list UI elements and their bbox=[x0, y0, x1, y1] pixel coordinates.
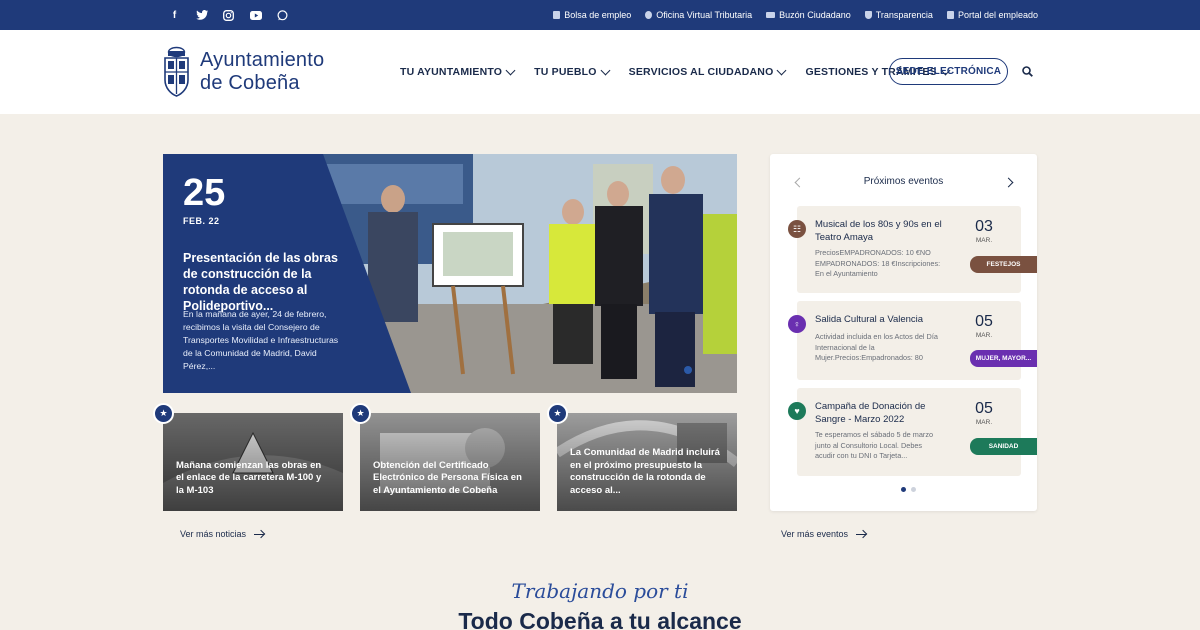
pagination-dot[interactable] bbox=[911, 487, 916, 492]
sede-electronica-button[interactable]: SEDE ELECTRÓNICA bbox=[889, 58, 1008, 85]
more-events-label: Ver más eventos bbox=[781, 529, 849, 539]
mail-icon bbox=[766, 12, 776, 18]
instagram-icon[interactable] bbox=[222, 9, 235, 22]
section-title: Todo Cobeña a tu alcance bbox=[458, 608, 742, 630]
twitter-icon[interactable] bbox=[195, 9, 208, 22]
news-card[interactable]: Obtención del Certificado Electrónico de… bbox=[360, 413, 540, 511]
event-category-badge: MUJER, MAYOR... bbox=[970, 350, 1037, 367]
event-description: Actividad incluida en los Actos del Día … bbox=[815, 332, 938, 362]
event-card[interactable]: ♀ Salida Cultural a Valencia Actividad i… bbox=[788, 301, 1037, 380]
event-day: 03 bbox=[975, 218, 993, 235]
toplink-bolsa-empleo[interactable]: Bolsa de empleo bbox=[553, 10, 631, 20]
site-logo[interactable]: Ayuntamiento de Cobeña bbox=[163, 46, 324, 98]
event-card[interactable]: ♥ Campaña de Donación de Sangre - Marzo … bbox=[788, 388, 1037, 476]
pin-icon: ★ bbox=[153, 403, 174, 424]
news-card[interactable]: La Comunidad de Madrid incluirá en el pr… bbox=[557, 413, 737, 511]
chevron-down-icon bbox=[777, 65, 787, 75]
toplink-transparencia[interactable]: Transparencia bbox=[864, 10, 933, 20]
slider-dot[interactable] bbox=[684, 366, 692, 374]
nav-label: TU AYUNTAMIENTO bbox=[400, 66, 503, 78]
event-date: 05 MAR. bbox=[969, 313, 999, 339]
site-name: Ayuntamiento de Cobeña bbox=[200, 49, 324, 95]
heart-icon: ♥ bbox=[788, 402, 806, 420]
site-name-line1: Ayuntamiento bbox=[200, 49, 325, 71]
news-card[interactable]: Mañana comienzan las obras en el enlace … bbox=[163, 413, 343, 511]
toplink-label: Buzón Ciudadano bbox=[779, 10, 851, 20]
featured-news-excerpt: En la mañana de ayer, 24 de febrero, rec… bbox=[183, 309, 339, 371]
event-category-badge: SANIDAD bbox=[970, 438, 1037, 455]
coat-of-arms-icon bbox=[164, 46, 189, 97]
featured-news-month: FEB. 22 bbox=[183, 216, 220, 226]
more-news-link[interactable]: Ver más noticias bbox=[180, 529, 265, 539]
event-title: Musical de los 80s y 90s en el Teatro Am… bbox=[815, 219, 942, 243]
globe-icon bbox=[645, 11, 653, 19]
female-icon: ♀ bbox=[788, 315, 806, 333]
chevron-down-icon bbox=[600, 65, 611, 75]
event-date: 05 MAR. bbox=[969, 400, 999, 426]
whatsapp-icon[interactable] bbox=[276, 9, 289, 22]
toplink-oficina-virtual[interactable]: Oficina Virtual Tributaria bbox=[645, 10, 752, 20]
featured-news-slide[interactable]: 25 FEB. 22 Presentación de las obras de … bbox=[163, 154, 737, 393]
toplink-label: Bolsa de empleo bbox=[564, 10, 632, 20]
chevron-down-icon bbox=[505, 65, 516, 75]
arrow-right-icon bbox=[856, 533, 867, 535]
event-date: 03 MAR. bbox=[969, 218, 999, 244]
event-title: Salida Cultural a Valencia bbox=[815, 314, 924, 325]
pin-icon: ★ bbox=[547, 403, 568, 424]
events-widget: Próximos eventos ☷ Musical de los 80s y … bbox=[770, 154, 1037, 511]
featured-news-day: 25 bbox=[183, 172, 226, 214]
event-month: MAR. bbox=[975, 332, 993, 339]
event-description: PreciosEMPADRONADOS: 10 €NO EMPADRONADOS… bbox=[815, 248, 941, 278]
arrow-right-icon bbox=[254, 533, 265, 535]
briefcase-icon bbox=[553, 11, 561, 19]
top-bar: f Bolsa de empleo Oficina Virtual Tribut… bbox=[0, 0, 1200, 30]
event-month: MAR. bbox=[975, 419, 993, 426]
event-description: Te esperamos el sábado 5 de marzo junto … bbox=[815, 430, 934, 460]
toplink-label: Portal del empleado bbox=[957, 10, 1038, 20]
main-nav: TU AYUNTAMIENTO TU PUEBLO SERVICIOS AL C… bbox=[400, 30, 969, 114]
event-title: Campaña de Donación de Sangre - Marzo 20… bbox=[815, 401, 926, 425]
toplink-portal-empleado[interactable]: Portal del empleado bbox=[946, 10, 1038, 20]
shield-icon bbox=[864, 11, 872, 19]
nav-tu-ayuntamiento[interactable]: TU AYUNTAMIENTO bbox=[400, 65, 516, 78]
event-day: 05 bbox=[975, 313, 993, 330]
more-news-label: Ver más noticias bbox=[180, 529, 247, 539]
nav-servicios[interactable]: SERVICIOS AL CIUDADANO bbox=[628, 65, 787, 78]
event-category-badge: FESTEJOS bbox=[970, 256, 1037, 273]
utility-links: Bolsa de empleo Oficina Virtual Tributar… bbox=[553, 0, 1038, 30]
search-icon[interactable] bbox=[1022, 66, 1033, 77]
pin-icon: ★ bbox=[350, 403, 371, 424]
youtube-icon[interactable] bbox=[249, 9, 262, 22]
nav-tu-pueblo[interactable]: TU PUEBLO bbox=[534, 65, 611, 78]
event-day: 05 bbox=[975, 400, 993, 417]
site-name-line2: de Cobeña bbox=[200, 72, 300, 94]
news-card-title: La Comunidad de Madrid incluirá en el pr… bbox=[570, 447, 720, 496]
theater-icon: ☷ bbox=[788, 220, 806, 238]
site-header: Ayuntamiento de Cobeña TU AYUNTAMIENTO T… bbox=[0, 30, 1200, 114]
events-pagination bbox=[901, 487, 916, 492]
section-tagline: Trabajando por ti bbox=[511, 579, 689, 603]
pagination-dot[interactable] bbox=[901, 487, 906, 492]
news-card-title: Mañana comienzan las obras en el enlace … bbox=[176, 459, 322, 496]
more-events-link[interactable]: Ver más eventos bbox=[781, 529, 867, 539]
nav-label: SERVICIOS AL CIUDADANO bbox=[628, 66, 774, 78]
social-links: f bbox=[168, 0, 289, 30]
toplink-buzon[interactable]: Buzón Ciudadano bbox=[766, 10, 851, 20]
featured-news-title[interactable]: Presentación de las obras de construcció… bbox=[183, 250, 343, 314]
event-month: MAR. bbox=[975, 237, 993, 244]
toplink-label: Oficina Virtual Tributaria bbox=[656, 10, 753, 20]
news-card-title: Obtención del Certificado Electrónico de… bbox=[373, 459, 522, 496]
nav-label: TU PUEBLO bbox=[534, 66, 597, 78]
facebook-icon[interactable]: f bbox=[168, 9, 181, 22]
portal-icon bbox=[946, 11, 954, 19]
events-heading: Próximos eventos bbox=[863, 176, 944, 187]
toplink-label: Transparencia bbox=[875, 10, 933, 20]
event-card[interactable]: ☷ Musical de los 80s y 90s en el Teatro … bbox=[788, 206, 1037, 293]
